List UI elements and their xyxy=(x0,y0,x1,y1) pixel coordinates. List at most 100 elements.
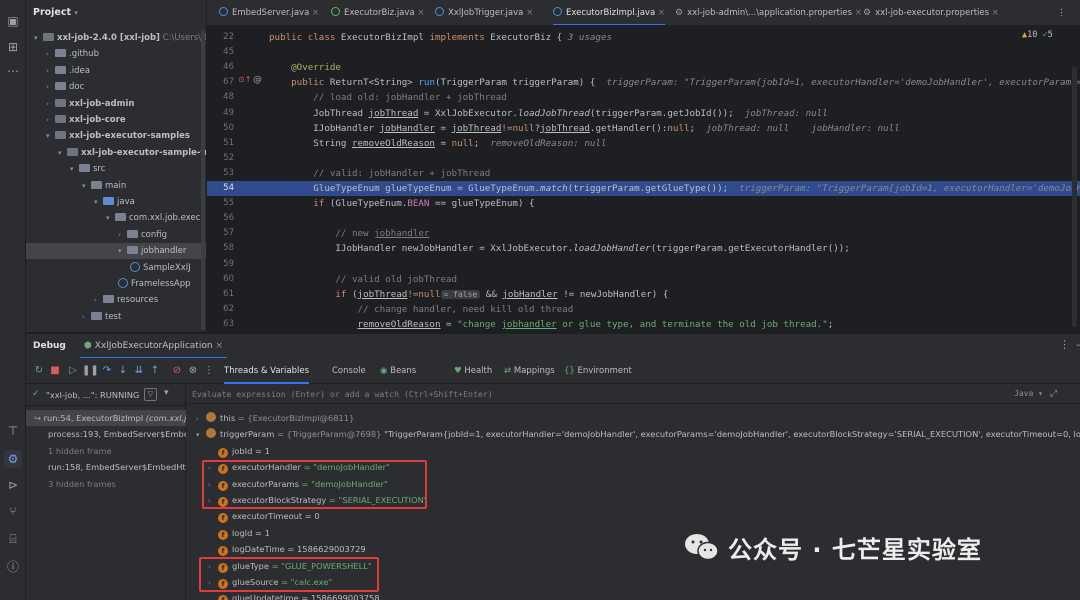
services-icon[interactable]: ⊤ xyxy=(4,422,22,440)
code-line[interactable]: GlueTypeEnum glueTypeEnum = GlueTypeEnum… xyxy=(269,181,1080,196)
editor-tab[interactable]: ExecutorBizImpl.java × xyxy=(553,0,665,25)
code-line[interactable]: JobThread jobThread = XxlJobExecutor.loa… xyxy=(269,106,828,121)
tree-item[interactable]: › doc xyxy=(26,79,84,95)
tree-item[interactable]: › resources xyxy=(26,292,158,308)
variable-row[interactable]: ▾ triggerParam = {TriggerParam@7698} "Tri… xyxy=(196,426,1080,442)
chevron-down-icon[interactable]: ▾ xyxy=(164,388,169,398)
editor-tab[interactable]: XxlJobTrigger.java × xyxy=(435,0,533,25)
beans-tab[interactable]: ◉ Beans xyxy=(380,358,416,384)
close-icon[interactable]: × xyxy=(309,8,319,18)
force-step-into-icon[interactable]: ⇊ xyxy=(132,364,146,378)
chevron-right-icon[interactable]: › xyxy=(46,46,55,62)
chevron-right-icon[interactable]: › xyxy=(118,227,127,243)
evaluate-bar[interactable]: Evaluate expression (Enter) or add a wat… xyxy=(186,384,1080,404)
chevron-right-icon[interactable]: › xyxy=(46,112,55,128)
code-line[interactable]: IJobHandler jobHandler = jobThread!=null… xyxy=(269,121,899,136)
inspections-widget[interactable]: ▲10 ✓5 xyxy=(1022,30,1053,40)
editor-tab[interactable]: ExecutorBiz.java × xyxy=(331,0,424,25)
more-tools-icon[interactable]: ⋯ xyxy=(4,62,22,80)
tree-item[interactable]: ▾ jobhandler xyxy=(26,243,206,260)
stack-frame[interactable]: run:158, EmbedServer$EmbedHttp xyxy=(26,459,186,475)
rerun-icon[interactable]: ↻ xyxy=(32,364,46,378)
expand-icon[interactable]: ⤢ xyxy=(1050,384,1057,404)
chevron-right-icon[interactable]: › xyxy=(46,96,55,112)
debug-tool-icon[interactable]: ⚙ xyxy=(4,450,22,468)
more-options-icon[interactable]: ⋮ xyxy=(1059,338,1070,351)
chevron-down-icon[interactable]: ▾ xyxy=(46,128,55,144)
filter-icon[interactable]: ▽ xyxy=(144,388,157,401)
resume-icon[interactable]: ▷ xyxy=(66,364,80,378)
code-line[interactable]: if (jobThread!=null = false && jobHandler… xyxy=(269,287,668,302)
chevron-right-icon[interactable]: › xyxy=(46,63,55,79)
variable-row[interactable]: › this = {ExecutorBizImpl@6811} xyxy=(196,410,354,426)
code-line[interactable]: // load old: jobHandler + jobThread xyxy=(269,90,507,105)
chevron-right-icon[interactable]: › xyxy=(196,411,206,427)
threads-tab[interactable]: Threads & Variables xyxy=(224,358,310,384)
debug-config-tab[interactable]: ⬢ XxlJobExecutorApplication × xyxy=(80,334,227,359)
chevron-right-icon[interactable]: › xyxy=(46,79,55,95)
tree-item[interactable]: › xxl-job-core xyxy=(26,112,126,128)
chevron-down-icon[interactable]: ▾ xyxy=(118,243,127,259)
code-line[interactable]: if (GlueTypeEnum.BEAN == glueTypeEnum) { xyxy=(269,196,534,211)
tree-item[interactable]: ▾ main xyxy=(26,178,126,194)
chevron-down-icon[interactable]: ▾ xyxy=(34,30,43,46)
more-debug-icon[interactable]: ⋮ xyxy=(202,364,216,378)
code-line[interactable]: @Override xyxy=(269,60,341,75)
tree-item[interactable]: › .idea xyxy=(26,63,90,79)
project-scrollbar[interactable] xyxy=(201,30,205,330)
minimize-icon[interactable]: — xyxy=(1076,338,1080,351)
code-line[interactable]: public class ExecutorBizImpl implements … xyxy=(269,30,612,45)
chevron-down-icon[interactable]: ▾ xyxy=(82,178,91,194)
tree-item[interactable]: › .github xyxy=(26,46,99,62)
step-into-icon[interactable]: ↓ xyxy=(116,364,130,378)
variable-row[interactable]: f jobId = 1 xyxy=(208,443,270,459)
tree-item[interactable]: ▾ xxl-job-executor-samples xyxy=(26,128,190,144)
health-tab[interactable]: ♥ Health xyxy=(454,358,492,384)
tree-item[interactable]: ▾ src xyxy=(26,161,105,177)
console-tab[interactable]: Console xyxy=(332,358,366,384)
close-icon[interactable]: × xyxy=(852,8,862,18)
structure-tool-icon[interactable]: ⊞ xyxy=(4,38,22,56)
tree-item[interactable]: › config xyxy=(26,227,167,243)
git-icon[interactable]: ⑂ xyxy=(4,502,22,520)
mappings-tab[interactable]: ⇄ Mappings xyxy=(504,358,555,384)
chevron-down-icon[interactable]: ▾ xyxy=(58,145,67,161)
variable-row[interactable]: f executorTimeout = 0 xyxy=(208,508,320,524)
tree-item[interactable]: FramelessApp xyxy=(26,276,191,292)
tree-item[interactable]: SampleXxlJ xyxy=(26,260,191,276)
code-editor[interactable]: public class ExecutorBizImpl implements … xyxy=(269,27,1080,332)
project-title[interactable]: Project ▾ xyxy=(26,0,206,26)
environment-tab[interactable]: {} Environment xyxy=(564,358,632,384)
step-out-icon[interactable]: ↑ xyxy=(148,364,162,378)
editor-tab[interactable]: ⚙ xxl-job-executor.properties × xyxy=(863,0,999,25)
project-tool-icon[interactable]: ▣ xyxy=(4,12,22,30)
stack-frame[interactable]: 3 hidden frames xyxy=(26,476,186,492)
close-icon[interactable]: × xyxy=(655,8,665,18)
tree-item[interactable]: ▾ java xyxy=(26,194,135,210)
tree-item[interactable]: › test xyxy=(26,309,121,325)
thread-selector[interactable]: ✓ "xxl-job, ...": RUNNING ▽ ▾ xyxy=(26,384,186,406)
tree-item[interactable]: › xxl-job-admin xyxy=(26,96,134,112)
variable-row[interactable]: f logId = 1 xyxy=(208,525,270,541)
tree-item[interactable]: ▾ xxl-job-executor-sample-fram xyxy=(26,145,206,161)
code-line[interactable]: String removeOldReason = null; removeOld… xyxy=(269,136,606,151)
close-icon[interactable]: × xyxy=(215,341,223,351)
language-selector[interactable]: Java ▾ xyxy=(1014,384,1043,404)
code-line[interactable]: // change handler, need kill old thread xyxy=(269,302,574,317)
chevron-down-icon[interactable]: ▾ xyxy=(196,427,206,443)
chevron-down-icon[interactable]: ▾ xyxy=(70,161,79,177)
view-breakpoints-icon[interactable]: ⊘ xyxy=(170,364,184,378)
run-tool-icon[interactable]: ⊳ xyxy=(4,476,22,494)
step-over-icon[interactable]: ↷ xyxy=(100,364,114,378)
mute-breakpoints-icon[interactable]: ⊗ xyxy=(186,364,200,378)
chevron-down-icon[interactable]: ▾ xyxy=(94,194,103,210)
code-line[interactable]: // valid old jobThread xyxy=(269,272,457,287)
close-icon[interactable]: × xyxy=(989,8,999,18)
tree-item[interactable]: ▾ com.xxl.job.execut xyxy=(26,210,206,226)
variable-row[interactable]: f logDateTime = 1586629003729 xyxy=(208,541,366,557)
code-line[interactable]: // valid: jobHandler + jobThread xyxy=(269,166,490,181)
code-line[interactable]: public ReturnT<String> run(TriggerParam … xyxy=(269,75,1080,90)
code-line[interactable]: // new jobhandler xyxy=(269,226,429,241)
stack-frame[interactable]: process:193, EmbedServer$Embed xyxy=(26,426,186,442)
chevron-right-icon[interactable]: › xyxy=(94,292,103,308)
